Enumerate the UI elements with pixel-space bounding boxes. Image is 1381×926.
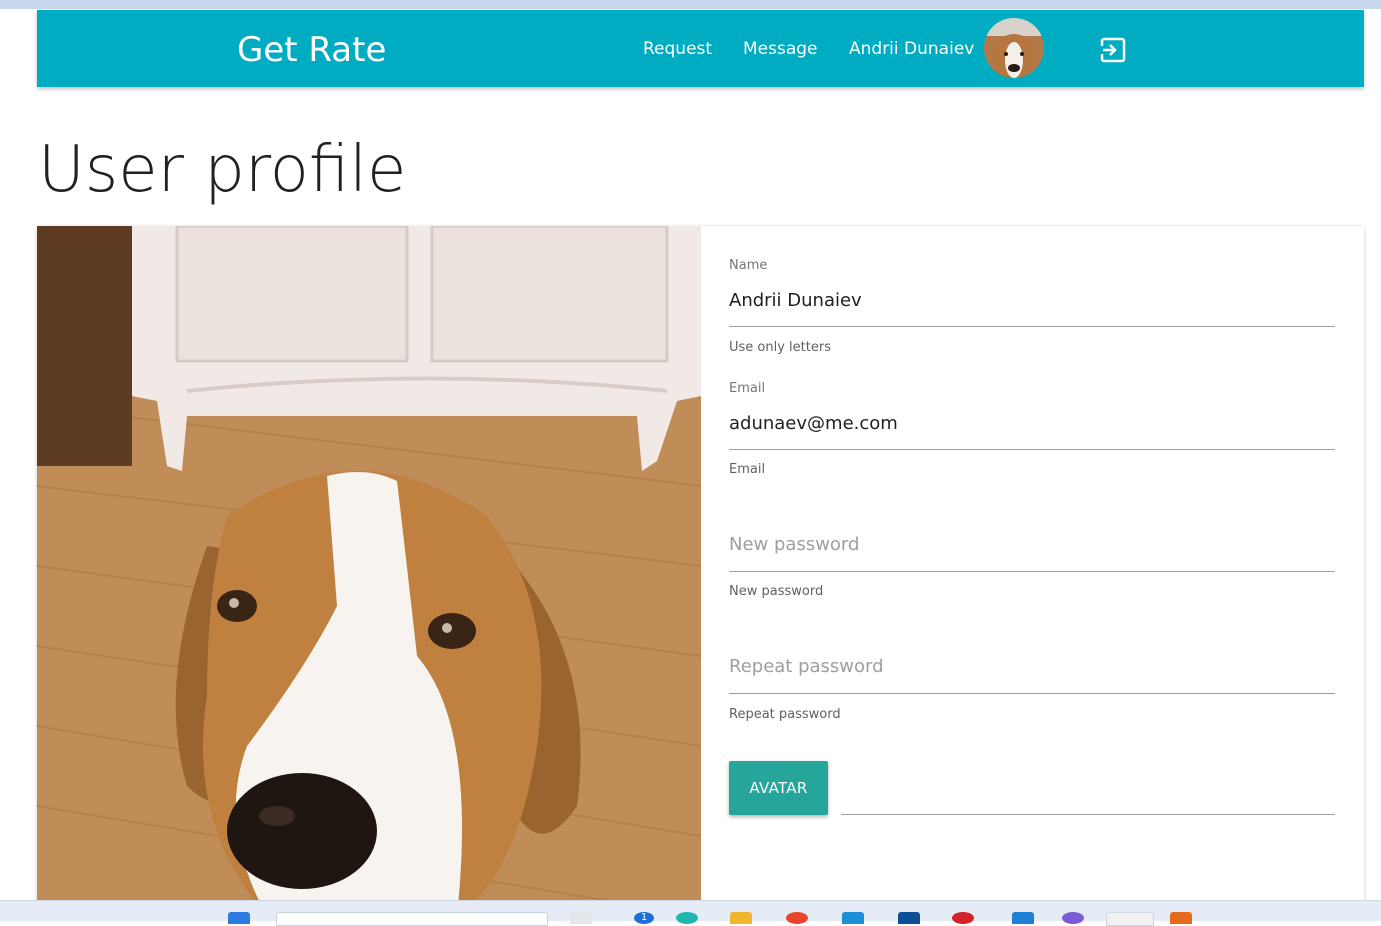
- avatar-upload-button[interactable]: AVATAR: [729, 761, 828, 815]
- browser-top-strip: [0, 0, 1381, 9]
- powerpoint-icon[interactable]: [1170, 912, 1192, 924]
- taskbar-search-box[interactable]: [276, 912, 548, 926]
- store-icon[interactable]: [842, 912, 864, 924]
- name-label: Name: [729, 258, 768, 273]
- nav-user-name[interactable]: Andrii Dunaiev: [849, 38, 974, 60]
- avatar[interactable]: [984, 18, 1044, 78]
- dog-photo-illustration: [37, 226, 701, 916]
- email-label: Email: [729, 381, 766, 396]
- navbar: Get Rate Request Message Andrii Dunaiev: [37, 10, 1364, 87]
- name-input[interactable]: Andrii Dunaiev: [729, 290, 862, 311]
- teams-icon[interactable]: [1062, 912, 1084, 924]
- task-view-icon[interactable]: [570, 912, 592, 924]
- app-icon[interactable]: [898, 912, 920, 924]
- email-underline: [729, 449, 1335, 450]
- profile-card: Name Andrii Dunaiev Use only letters Ema…: [37, 226, 1364, 916]
- name-helper-text: Use only letters: [729, 340, 831, 355]
- windows-start-icon[interactable]: [228, 912, 250, 924]
- repeat-password-helper-text: Repeat password: [729, 707, 841, 722]
- profile-form: Name Andrii Dunaiev Use only letters Ema…: [729, 226, 1335, 916]
- dog-avatar-image: [984, 18, 1044, 78]
- opera-browser-icon[interactable]: [952, 912, 974, 924]
- nav-link-request[interactable]: Request: [643, 38, 712, 60]
- email-input[interactable]: adunaev@me.com: [729, 413, 898, 434]
- repeat-password-underline: [729, 693, 1335, 694]
- vscode-icon[interactable]: [1012, 912, 1034, 924]
- brand-logo-text[interactable]: Get Rate: [237, 30, 386, 70]
- notification-badge-icon[interactable]: 1: [634, 912, 654, 924]
- new-password-helper-text: New password: [729, 584, 824, 599]
- os-taskbar: 1: [0, 900, 1381, 926]
- email-helper-text: Email: [729, 462, 766, 477]
- new-password-underline: [729, 571, 1335, 572]
- edge-browser-icon[interactable]: [676, 912, 698, 924]
- name-underline: [729, 326, 1335, 327]
- nav-link-message[interactable]: Message: [743, 38, 818, 60]
- page-title: User profile: [38, 133, 407, 207]
- avatar-file-path-field[interactable]: [841, 814, 1335, 815]
- active-browser-window-icon[interactable]: [1106, 912, 1154, 926]
- chrome-browser-icon[interactable]: [786, 912, 808, 924]
- logout-icon[interactable]: [1100, 37, 1126, 63]
- new-password-input[interactable]: New password: [729, 534, 859, 555]
- file-explorer-icon[interactable]: [730, 912, 752, 924]
- profile-photo: [37, 226, 701, 916]
- repeat-password-input[interactable]: Repeat password: [729, 656, 884, 677]
